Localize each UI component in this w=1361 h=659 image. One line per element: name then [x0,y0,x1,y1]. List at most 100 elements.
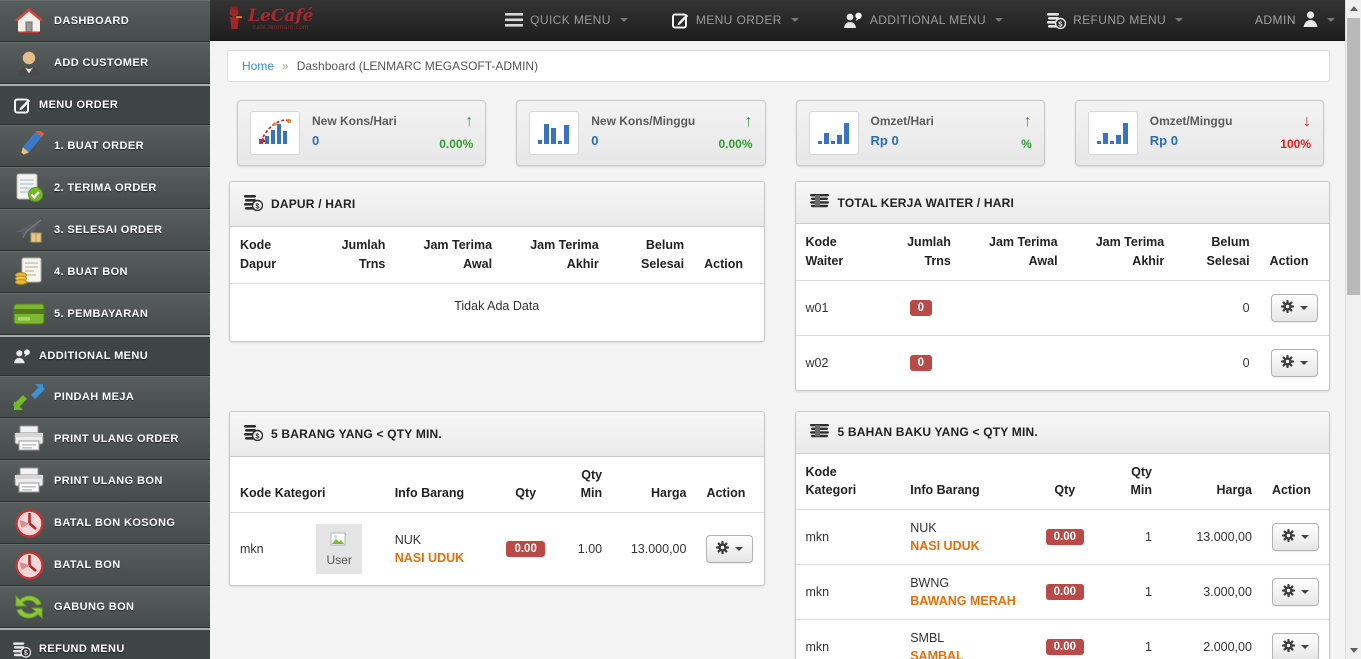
item-name: BAWANG MERAH [910,594,1016,608]
stat-value: 0 [312,133,320,149]
qty-badge: 0.00 [1045,584,1085,600]
action-button[interactable] [1270,348,1318,377]
panel-dapur-hari: $ DAPUR / HARI Kode Dapur Jumlah Trns Ja… [229,181,765,342]
stat-label: Omzet/Hari [870,114,934,128]
vertical-scrollbar [1345,0,1361,659]
item-name: SAMBAL [910,649,964,659]
column-header: Jumlah Trns [907,235,951,268]
sidebar-item-1-buat-order[interactable]: 1. BUAT ORDER [0,125,210,167]
stack-icon [809,423,830,441]
stat-new-kons-hari[interactable]: New Kons/Hari 0 ↑ 0.00% [237,100,487,166]
brand-logo[interactable]: LeCafé cafe.lenmarc.com [226,4,314,36]
admin-menu[interactable]: ADMIN [1255,10,1335,30]
stat-omzet-hari[interactable]: Omzet/Hari Rp 0 ↑ % [795,100,1045,166]
sidebar-item-5-pembayaran[interactable]: 5. PEMBAYARAN [0,293,210,335]
sidebar-item-dashboard[interactable]: DASHBOARD [0,0,210,42]
sidebar-item-label: BATAL BON [54,559,121,571]
stat-value: Rp 0 [870,133,899,149]
stat-percent: 0.00% [439,136,474,151]
sidebar-item-batal-bon-kosong[interactable]: BATAL BON KOSONG [0,502,210,544]
table-row: mkn NUK NASI UDUK 0.00 1 13.000,00 [795,509,1329,565]
kode-kategori-cell: mkn [795,619,901,659]
trend-up-icon: ↑ [1023,113,1032,130]
app-window: DASHBOARD ADD CUSTOMER MENU ORDER 1. BUAT O… [0,0,1361,659]
stat-omzet-minggu[interactable]: Omzet/Minggu Rp 0 ↓ 100% [1074,100,1324,166]
kode-kategori-cell: mkn [230,512,307,585]
product-image-placeholder: User [316,524,363,574]
scroll-down-arrow-icon[interactable] [1350,648,1358,653]
sidebar-item-label: PRINT ULANG BON [54,475,163,487]
scrollbar-thumb[interactable] [1347,18,1360,295]
column-header: Kode Kategori [805,464,857,498]
sidebar-item-3-selesai-order[interactable]: 3. SELESAI ORDER [0,209,210,251]
scroll-up-arrow-icon[interactable] [1350,6,1358,11]
sidebar-item-2-terima-order[interactable]: 2. TERIMA ORDER [0,167,210,209]
nav-menu-label: REFUND MENU [1073,13,1167,27]
trend-up-icon: ↑ [744,113,753,130]
panel-title: 5 BARANG YANG < QTY MIN. [271,426,442,441]
coins-icon: $ [13,640,31,658]
column-header: Kode Kategori [240,486,326,501]
nav-menu-label: QUICK MENU [530,13,611,27]
trend-up-icon: ↑ [465,113,474,130]
column-header: Kode Dapur [240,238,277,271]
chevron-down-icon [1300,535,1309,539]
sidebar-item-print-ulang-order[interactable]: PRINT ULANG ORDER [0,418,210,460]
sidebar-item-label: ADD CUSTOMER [54,57,149,69]
svg-text:$: $ [255,431,260,440]
column-header: Qty Min [1130,464,1152,498]
action-button[interactable] [706,535,754,563]
coins-icon: $ [244,424,264,444]
printer-icon [13,423,45,455]
table-row: w01 0 0 [795,279,1329,335]
action-button[interactable] [1271,578,1319,606]
sidebar-item-label: PINDAH MEJA [54,391,135,403]
user-silhouette-icon [1303,10,1318,30]
chevron-down-icon [1327,18,1335,22]
nav-menu-additional-menu[interactable]: ADDITIONAL MENU [843,12,1004,29]
nav-menu-quick-menu[interactable]: QUICK MENU [505,13,628,27]
swap-arrows-icon [13,381,45,413]
pencil-icon [13,130,45,162]
brand-title: LeCafé [248,6,314,27]
nav-menu-menu-order[interactable]: MENU ORDER [671,12,799,29]
nav-menu-refund-menu[interactable]: $ REFUND MENU [1047,12,1184,29]
stat-new-kons-minggu[interactable]: New Kons/Minggu 0 ↑ 0.00% [516,100,766,166]
sidebar-item-label: 5. PEMBAYARAN [54,308,149,320]
action-button[interactable] [1270,293,1318,322]
stat-value: Rp 0 [1149,133,1178,149]
qty-badge: 0.00 [506,541,545,557]
sidebar-item-label: 4. BUAT BON [54,266,128,278]
chevron-down-icon [1300,645,1309,649]
gear-icon [1281,529,1295,545]
stat-percent: 100% [1280,136,1311,151]
column-header: Action [1269,253,1309,268]
sidebar-item-label: DASHBOARD [54,15,130,27]
sidebar-item-add-customer[interactable]: ADD CUSTOMER [0,42,210,84]
breadcrumb-home-link[interactable]: Home [242,59,274,73]
page-content: Home » Dashboard (LENMARC MEGASOFT-ADMIN… [210,41,1361,659]
action-button[interactable] [1271,523,1319,551]
sidebar-item-gabung-bon[interactable]: GABUNG BON [0,586,210,628]
compose-icon [13,96,31,114]
credit-card-icon [13,298,45,330]
chevron-down-icon [1299,360,1308,365]
sidebar-item-4-buat-bon[interactable]: 4. BUAT BON [0,251,210,293]
action-button[interactable] [1271,633,1319,659]
document-coins-icon [13,256,45,288]
kode-waiter-cell: w01 [795,279,881,335]
top-navbar: LeCafé cafe.lenmarc.com QUICK MENU MENU O… [210,0,1361,41]
sidebar-item-print-ulang-bon[interactable]: PRINT ULANG BON [0,460,210,502]
printer-icon [13,465,45,497]
sidebar-item-pindah-meja[interactable]: PINDAH MEJA [0,376,210,418]
sidebar-item-label: REFUND MENU [39,643,125,655]
person-bubble-icon [13,347,31,365]
sidebar-header-additional-menu: ADDITIONAL MENU [0,335,210,376]
sidebar-item-batal-bon[interactable]: BATAL BON [0,544,210,586]
stat-label: New Kons/Minggu [591,114,696,128]
stat-percent: % [1021,136,1032,151]
sidebar-item-label: 2. TERIMA ORDER [54,182,157,194]
bar-chart-trend-icon [250,111,300,155]
gear-icon [1280,354,1294,371]
kode-waiter-cell: w02 [795,334,881,390]
